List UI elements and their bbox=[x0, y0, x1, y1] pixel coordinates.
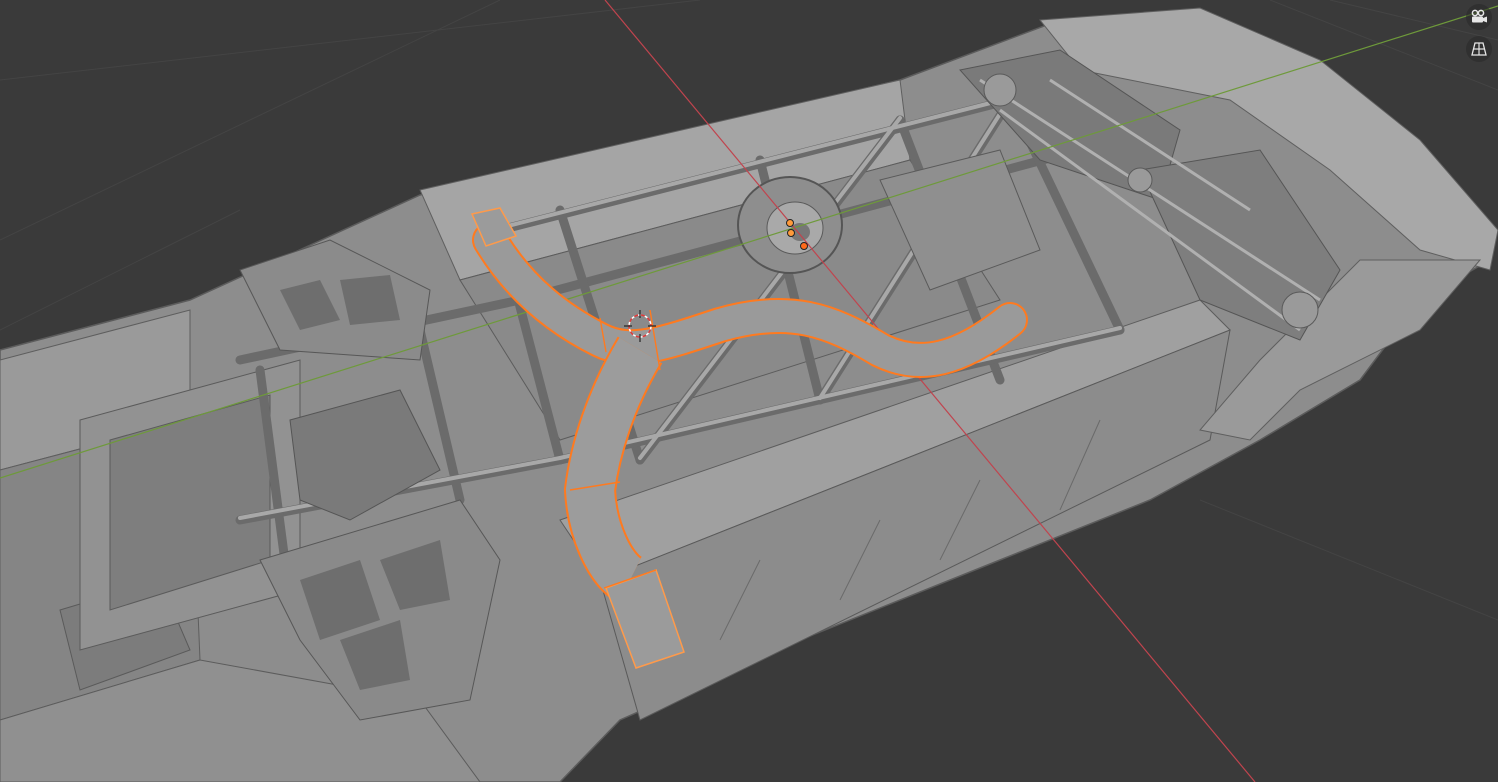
perspective-toggle-button[interactable] bbox=[1466, 36, 1492, 62]
viewport-scene[interactable] bbox=[0, 0, 1498, 782]
perspective-grid-icon bbox=[1470, 41, 1488, 57]
camera-view-button[interactable] bbox=[1466, 4, 1492, 30]
3d-viewport[interactable] bbox=[0, 0, 1498, 782]
viewport-navigation bbox=[1466, 4, 1494, 62]
car-body bbox=[0, 7, 1498, 782]
camera-icon bbox=[1470, 9, 1488, 25]
